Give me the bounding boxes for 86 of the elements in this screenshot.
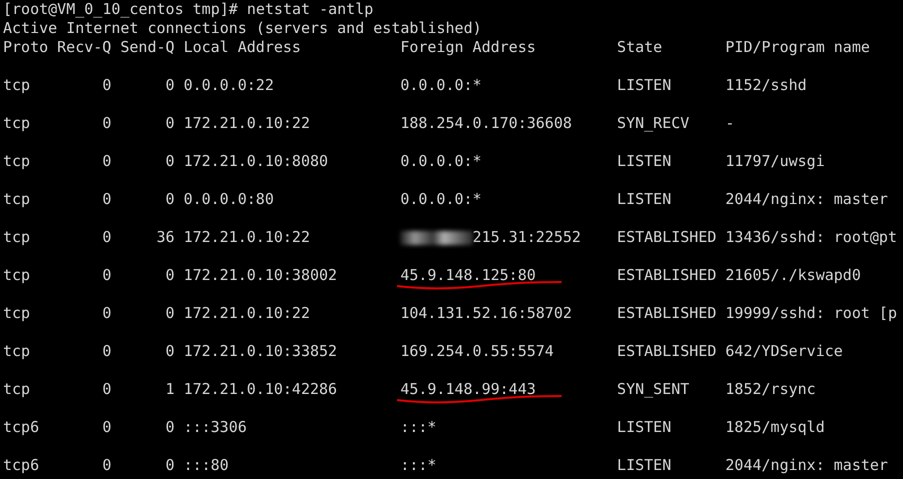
table-cell: 45.9.148.99:443	[400, 380, 536, 399]
table-cell: 2044/nginx: master	[725, 456, 888, 475]
table-cell: 0	[166, 456, 175, 475]
table-cell: 172.21.0.10:22	[184, 114, 310, 133]
table-cell: 45.9.148.125:80	[400, 266, 536, 285]
table-cell: 172.21.0.10:33852	[184, 342, 338, 361]
table-cell: tcp	[3, 76, 30, 95]
table-cell: 169.254.0.55:5574	[400, 342, 554, 361]
table-cell: tcp	[3, 152, 30, 171]
column-header: Proto	[3, 38, 48, 57]
table-cell: ESTABLISHED	[617, 342, 716, 361]
info-line: Active Internet connections (servers and established)	[3, 19, 483, 38]
table-cell: 1825/mysqld	[725, 418, 825, 437]
table-cell: 172.21.0.10:38002	[184, 266, 338, 285]
table-cell: 1852/rsync	[725, 380, 816, 399]
table-cell: :::*	[400, 418, 436, 437]
table-cell: -	[725, 114, 734, 133]
column-header: State	[617, 38, 662, 57]
table-cell: 0	[166, 190, 175, 209]
table-cell: LISTEN	[617, 152, 672, 171]
table-cell: 0	[102, 152, 112, 171]
table-cell: tcp	[3, 114, 30, 133]
table-cell: 0	[102, 342, 112, 361]
command-line: [root@VM_0_10_centos tmp]# netstat -antlp	[3, 0, 374, 19]
table-cell: tcp	[3, 228, 30, 247]
table-cell: LISTEN	[617, 76, 672, 95]
table-cell: 172.21.0.10:42286	[184, 380, 338, 399]
table-cell: :::80	[184, 456, 229, 475]
table-cell: 0	[102, 266, 112, 285]
table-cell: ESTABLISHED	[617, 266, 716, 285]
table-cell: 0.0.0.0:*	[400, 190, 482, 209]
table-cell: 1152/sshd	[725, 76, 807, 95]
table-cell: SYN_RECV	[617, 114, 690, 133]
table-cell: 0	[166, 304, 175, 323]
table-cell: 172.21.0.10:8080	[184, 152, 328, 171]
table-cell: tcp	[3, 380, 30, 399]
table-cell: 0	[166, 152, 175, 171]
table-cell: LISTEN	[617, 190, 672, 209]
table-cell: LISTEN	[617, 456, 672, 475]
table-cell: 1	[166, 380, 175, 399]
table-cell: tcp	[3, 342, 30, 361]
table-cell: 0.0.0.0:80	[184, 190, 274, 209]
table-cell: :::3306	[184, 418, 247, 437]
table-cell: 215.31:22552	[472, 228, 581, 247]
table-cell: ESTABLISHED	[617, 304, 716, 323]
table-cell: tcp	[3, 304, 30, 323]
table-cell: 2044/nginx: master	[725, 190, 888, 209]
table-cell: 0	[102, 76, 112, 95]
table-cell: 0	[102, 380, 112, 399]
table-cell: 0	[102, 114, 112, 133]
column-header: Local Address	[184, 38, 301, 57]
column-header: Recv-Q	[57, 38, 112, 57]
table-cell: 0	[166, 266, 175, 285]
table-cell: 11797/uwsgi	[725, 152, 825, 171]
table-cell: 0	[166, 114, 175, 133]
table-cell: ESTABLISHED	[617, 228, 716, 247]
table-cell: 172.21.0.10:22	[184, 228, 310, 247]
table-cell: 0	[102, 304, 112, 323]
table-cell: 0	[166, 76, 175, 95]
table-cell: LISTEN	[617, 418, 672, 437]
column-header: Send-Q	[120, 38, 175, 57]
table-cell: tcp6	[3, 456, 40, 475]
table-cell: 0.0.0.0:*	[400, 76, 482, 95]
table-cell: 188.254.0.170:36608	[400, 114, 572, 133]
table-cell: SYN_SENT	[617, 380, 690, 399]
table-cell: 36	[156, 228, 175, 247]
table-cell: :::*	[400, 456, 436, 475]
table-cell: 0	[166, 418, 175, 437]
table-cell: tcp	[3, 190, 30, 209]
table-cell: 19999/sshd: root [p	[725, 304, 897, 323]
table-cell: 0	[102, 456, 112, 475]
table-cell: 0	[166, 342, 175, 361]
table-cell: 21605/./kswapd0	[725, 266, 861, 285]
table-cell: 0	[102, 418, 112, 437]
table-cell: 0	[102, 228, 112, 247]
table-cell: 172.21.0.10:22	[184, 304, 310, 323]
table-cell: 642/YDService	[725, 342, 843, 361]
table-cell: 104.131.52.16:58702	[400, 304, 572, 323]
column-header: PID/Program name	[725, 38, 870, 57]
table-cell: 0	[102, 190, 112, 209]
table-cell: 0.0.0.0:*	[400, 152, 482, 171]
table-cell: 13436/sshd: root@pt	[725, 228, 897, 247]
table-cell: tcp	[3, 266, 30, 285]
table-cell: tcp6	[3, 418, 40, 437]
table-cell: 0.0.0.0:22	[184, 76, 274, 95]
column-header: Foreign Address	[400, 38, 536, 57]
